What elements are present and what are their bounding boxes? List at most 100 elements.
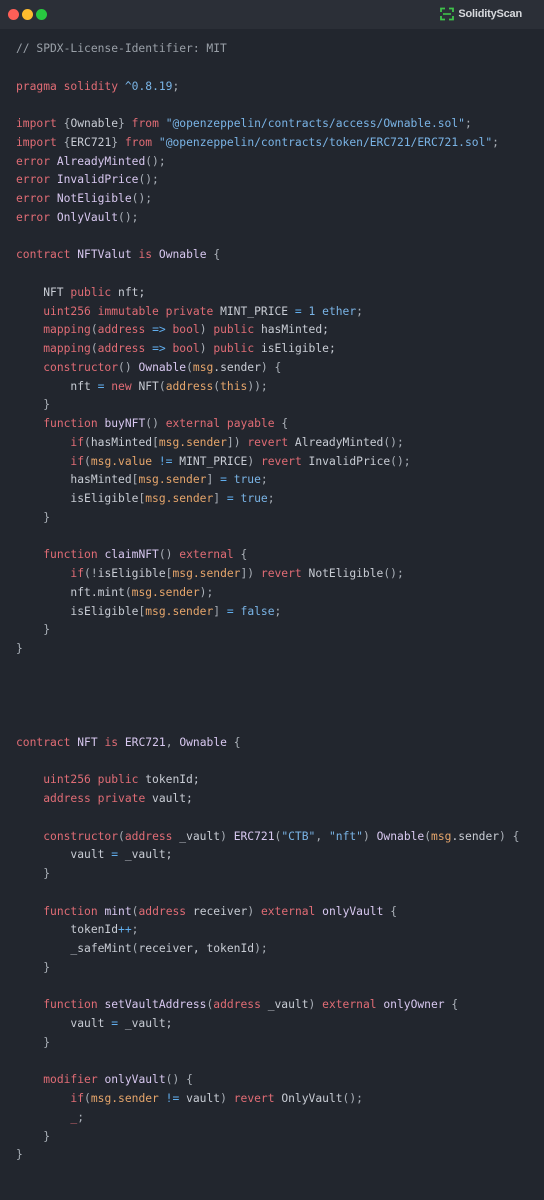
code-line: import {ERC721} from "@openzeppelin/cont… — [16, 134, 519, 153]
code-token-plain: hasMinted; — [254, 323, 329, 337]
code-token-kw: address — [138, 904, 187, 918]
code-token-punc: ( — [186, 360, 193, 374]
code-token-punc: (); — [383, 567, 404, 580]
code-token-punc: ( — [124, 585, 132, 599]
code-token-plain: tokenId; — [138, 773, 200, 787]
code-token-punc: { — [274, 360, 282, 374]
code-token-punc: (); — [131, 192, 153, 205]
code-token-punc: ) — [199, 323, 207, 337]
code-token-op: != — [165, 1092, 180, 1105]
code-token-msg: msg.sender — [90, 1092, 159, 1105]
code-line: } — [16, 865, 519, 884]
code-line: nft.mint(msg.sender); — [16, 584, 519, 603]
title-bar: SolidityScan — [0, 0, 544, 29]
maximize-button[interactable] — [36, 9, 47, 20]
code-token-plain: InvalidPrice — [301, 454, 391, 468]
code-token-kw: immutable — [97, 304, 159, 318]
code-token-plain: OnlyVault — [274, 1092, 343, 1105]
code-token-op: != — [158, 454, 173, 468]
code-token-msg: this — [220, 379, 248, 393]
code-token-punc: } — [16, 398, 51, 412]
code-token-kw: if — [70, 1092, 85, 1105]
code-token-punc: { — [233, 735, 241, 749]
code-line: function mint(address receiver) external… — [16, 903, 519, 922]
code-token-kw: import — [16, 117, 57, 130]
code-token-op: = — [111, 1017, 119, 1030]
code-token-plain: nft.mint — [16, 585, 125, 599]
close-button[interactable] — [8, 9, 19, 20]
code-token-msg: msg.sender — [145, 604, 214, 618]
code-token-kw: pragma — [16, 79, 57, 93]
code-token-plain: isEligible — [16, 492, 139, 505]
minimize-button[interactable] — [22, 9, 33, 20]
code-token-punc: ]) — [226, 435, 241, 449]
code-token-msg: msg.value — [90, 454, 153, 468]
code-token-punc: ; — [356, 304, 363, 318]
code-line: tokenId++; — [16, 921, 519, 940]
code-token-plain: _safeMint — [16, 942, 132, 955]
code-token-punc: ; — [260, 473, 268, 487]
code-token-msg: msg.sender — [158, 435, 227, 449]
code-token-kw: contract — [16, 735, 71, 749]
code-token-punc: } — [16, 960, 51, 974]
code-token-def: ERC721 — [233, 829, 275, 843]
code-token-def: Ownable — [179, 735, 227, 749]
code-token-kw: address — [97, 323, 146, 337]
code-token-def: onlyOwner — [383, 998, 445, 1012]
code-token-kw: constructor — [43, 829, 119, 843]
code-token-kw: external — [322, 998, 377, 1012]
code-token-kw: from — [131, 117, 159, 130]
code-token-punc: ]) — [240, 567, 255, 580]
code-token-def: buyNFT — [104, 417, 146, 430]
code-line: constructor(address _vault) ERC721("CTB"… — [16, 828, 519, 847]
code-line: import {Ownable} from "@openzeppelin/con… — [16, 115, 519, 134]
code-token-kw: function — [43, 904, 98, 918]
brand-name: SolidityScan — [458, 8, 522, 20]
code-token-punc: ( — [424, 829, 432, 843]
code-token-msg: address — [165, 379, 214, 393]
code-token-punc: () — [118, 360, 132, 374]
code-token-op: = — [226, 604, 234, 618]
code-line: contract NFTValut is Ownable { — [16, 246, 519, 265]
code-line: error NotEligible(); — [16, 190, 519, 209]
code-token-punc: } — [16, 867, 51, 880]
code-token-kw: address — [43, 792, 91, 805]
code-token-punc: ) — [362, 829, 370, 843]
code-token-punc: ; — [267, 492, 275, 505]
code-token-comment: // SPDX-License-Identifier: MIT — [16, 42, 227, 55]
code-token-kw: function — [43, 998, 98, 1012]
code-token-punc: ; — [274, 604, 282, 618]
code-token-def: AlreadyMinted — [56, 154, 146, 168]
code-line: address private vault; — [16, 790, 519, 809]
code-line: if(msg.sender != vault) revert OnlyVault… — [16, 1090, 519, 1109]
code-token-kw: public — [97, 773, 139, 787]
code-token-str: "@openzeppelin/contracts/token/ERC721/ER… — [158, 135, 493, 149]
code-line: NFT public nft; — [16, 284, 519, 303]
code-token-kw: bool — [172, 323, 200, 337]
code-line: vault = _vault; — [16, 1015, 519, 1034]
code-token-kw: payable — [226, 417, 275, 430]
code-token-plain: ERC721 — [70, 135, 112, 149]
code-line: hasMinted[msg.sender] = true; — [16, 471, 519, 490]
code-token-punc: () — [158, 548, 173, 562]
code-token-plain: vault — [16, 1017, 112, 1030]
code-token-msg: msg.sender — [172, 567, 241, 580]
code-token-def: onlyVault — [322, 904, 384, 918]
scan-frame-icon — [440, 7, 455, 21]
